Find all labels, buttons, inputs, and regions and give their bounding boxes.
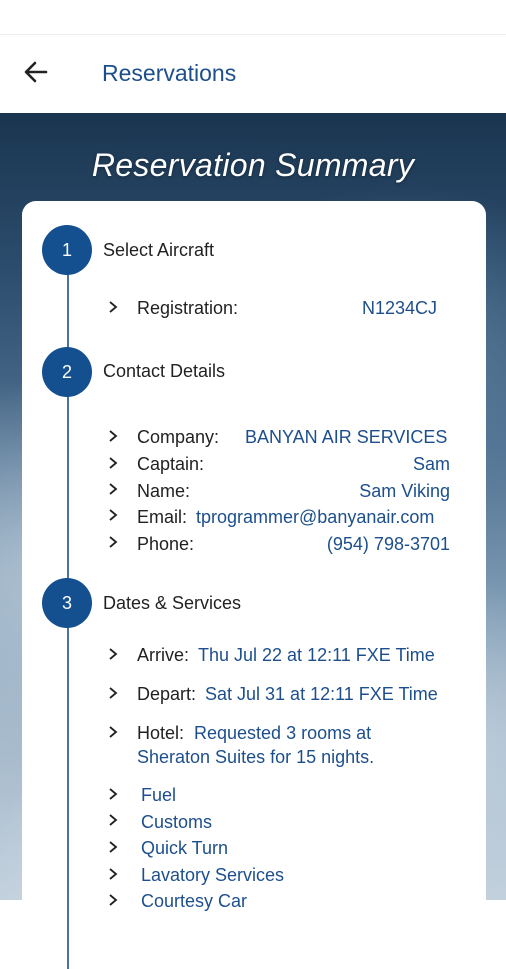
hotel-value-line1: Requested 3 rooms at — [194, 723, 372, 743]
app-bar: Reservations — [0, 35, 506, 113]
chevron-right-icon — [109, 841, 118, 853]
name-value: Sam Viking — [359, 481, 450, 501]
email-label: Email: — [137, 507, 188, 527]
chevron-right-icon — [109, 430, 118, 442]
step-2-badge: 2 — [42, 347, 92, 397]
summary-card: 1 Select Aircraft Registration: N1234CJ … — [22, 201, 486, 969]
company-label: Company: — [137, 427, 220, 447]
hotel-label: Hotel: — [137, 723, 185, 743]
registration-label: Registration: — [137, 298, 239, 318]
chevron-right-icon — [109, 457, 118, 469]
name-label: Name: — [137, 481, 191, 501]
chevron-right-icon — [109, 814, 118, 826]
email-value[interactable]: tprogrammer@banyanair.com — [196, 507, 434, 528]
back-button[interactable] — [20, 55, 54, 89]
step-3-badge: 3 — [42, 578, 92, 628]
step-1-title: Select Aircraft — [103, 240, 215, 260]
captain-label: Captain: — [137, 454, 205, 474]
step-2-title: Contact Details — [103, 361, 226, 381]
company-value: BANYAN AIR SERVICES — [245, 427, 448, 447]
phone-value[interactable]: (954) 798-3701 — [327, 534, 450, 555]
service-fuel[interactable]: Fuel — [141, 785, 176, 806]
phone-label: Phone: — [137, 534, 195, 554]
chevron-right-icon — [109, 483, 118, 495]
chevron-right-icon — [109, 726, 118, 738]
hotel-value-line2: Sheraton Suites for 15 nights. — [137, 747, 375, 767]
service-quick-turn[interactable]: Quick Turn — [141, 838, 228, 859]
chevron-right-icon — [109, 509, 118, 521]
chevron-right-icon — [109, 788, 118, 800]
service-customs[interactable]: Customs — [141, 812, 212, 833]
chevron-right-icon — [109, 301, 118, 313]
arrow-left-icon — [24, 61, 48, 83]
step-3-title: Dates & Services — [103, 593, 242, 613]
arrive-label: Arrive: — [137, 645, 190, 665]
arrive-value: Thu Jul 22 at 12:11 FXE Time — [198, 645, 435, 665]
chevron-right-icon — [109, 648, 118, 660]
service-lavatory[interactable]: Lavatory Services — [141, 865, 284, 886]
page-title: Reservations — [102, 60, 237, 86]
chevron-right-icon — [109, 894, 118, 906]
status-bar — [0, 0, 506, 35]
chevron-right-icon — [109, 536, 118, 548]
chevron-right-icon — [109, 868, 118, 880]
depart-value: Sat Jul 31 at 12:11 FXE Time — [205, 684, 438, 704]
step-1-badge: 1 — [42, 225, 92, 275]
summary-title: Reservation Summary — [91, 147, 415, 183]
chevron-right-icon — [109, 687, 118, 699]
registration-value: N1234CJ — [362, 298, 438, 318]
depart-label: Depart: — [137, 684, 197, 704]
service-courtesy-car[interactable]: Courtesy Car — [141, 891, 247, 912]
captain-value: Sam — [412, 454, 450, 474]
